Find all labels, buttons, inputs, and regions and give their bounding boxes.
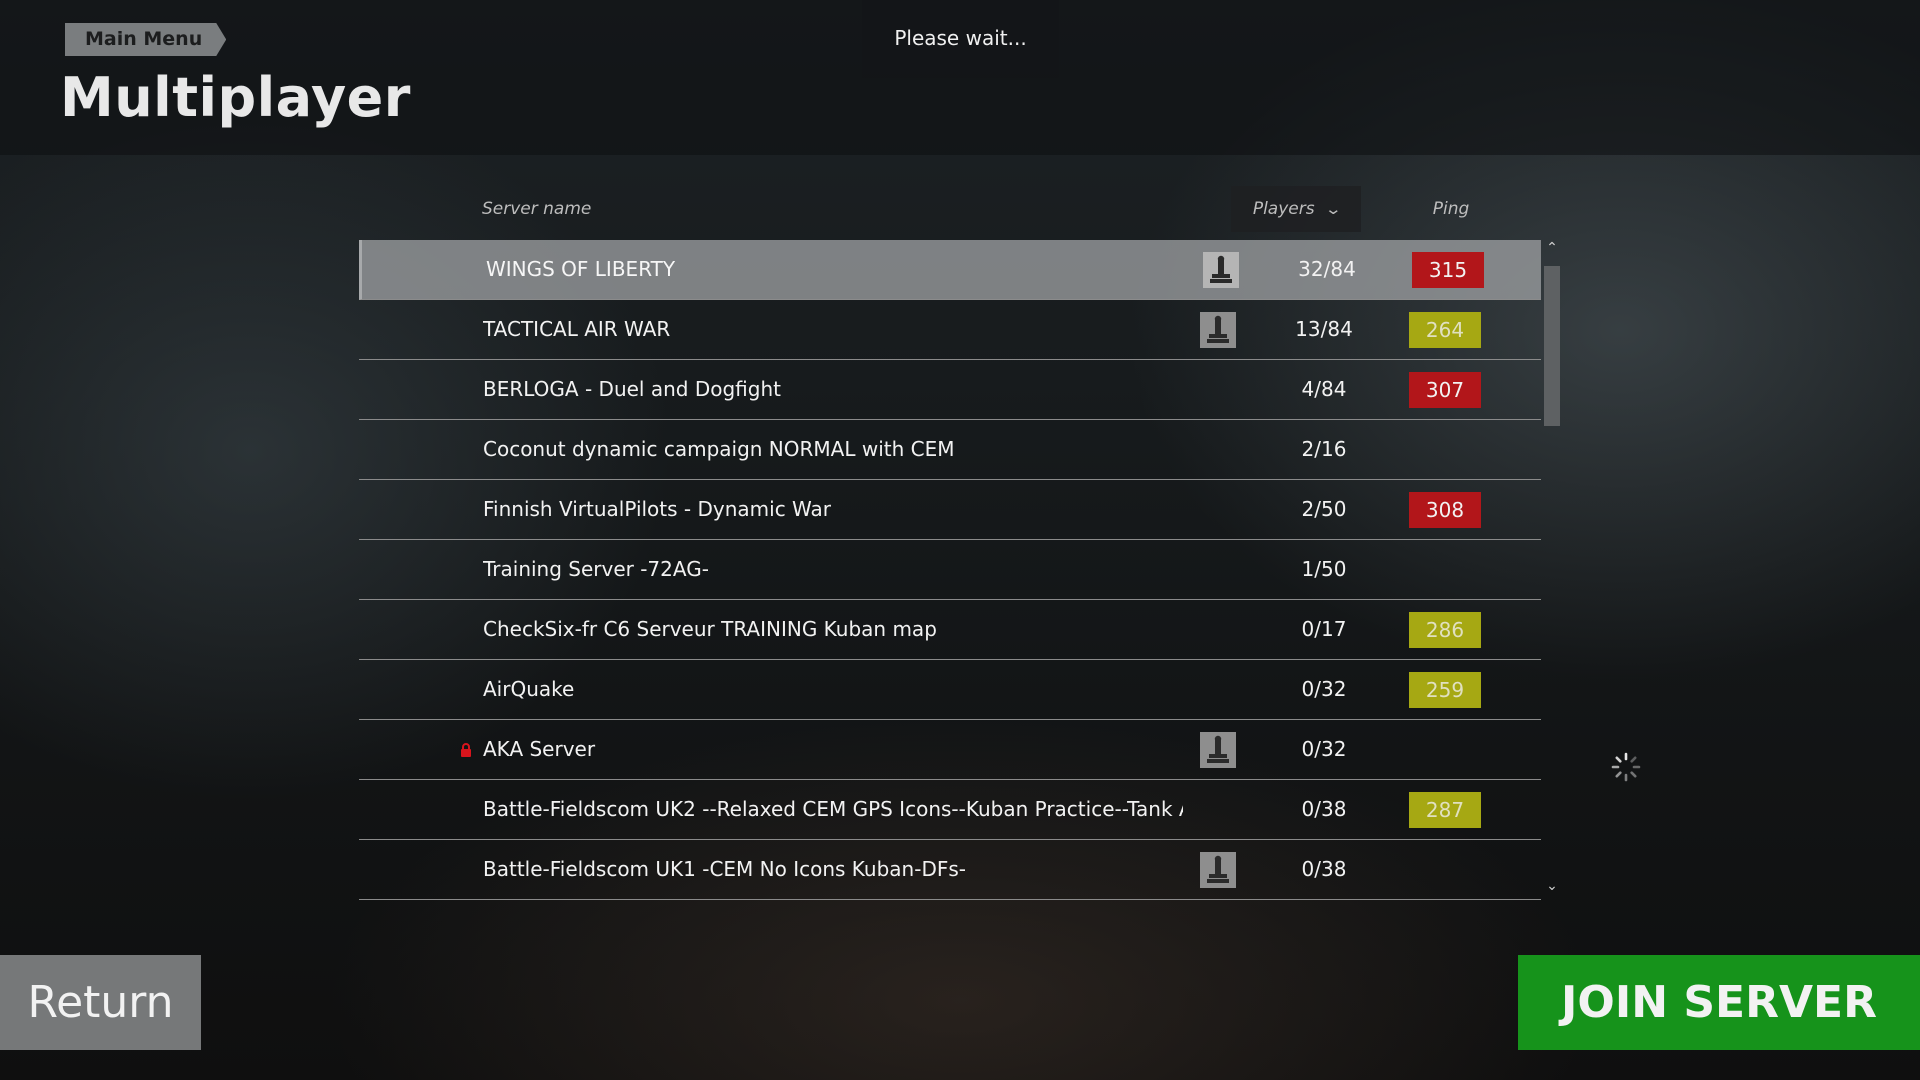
- joystick-icon: [1203, 252, 1239, 288]
- return-button[interactable]: Return: [0, 955, 201, 1050]
- server-name: AirQuake: [483, 677, 575, 701]
- ping-badge: 287: [1409, 792, 1481, 828]
- loading-spinner-icon: [1611, 752, 1641, 782]
- lock-icon: [460, 742, 472, 757]
- ping-badge: 315: [1412, 252, 1484, 288]
- server-player-count: 0/38: [1301, 857, 1347, 881]
- server-row[interactable]: Battle-Fieldscom UK1 -CEM No Icons Kuban…: [359, 840, 1541, 900]
- server-player-count: 0/32: [1301, 737, 1347, 761]
- chevron-up-icon[interactable]: ⌃: [1541, 240, 1563, 260]
- server-name: BERLOGA - Duel and Dogfight: [483, 377, 781, 401]
- server-name: Battle-Fieldscom UK1 -CEM No Icons Kuban…: [483, 857, 966, 881]
- server-row[interactable]: Finnish VirtualPilots - Dynamic War 2/50 3…: [359, 480, 1541, 540]
- column-header-server-name[interactable]: Server name: [482, 186, 591, 232]
- server-player-count: 2/16: [1301, 437, 1347, 461]
- chevron-down-icon[interactable]: ⌄: [1541, 878, 1563, 898]
- server-player-count: 32/84: [1298, 257, 1356, 281]
- column-header-ping[interactable]: Ping: [1411, 186, 1491, 232]
- server-row[interactable]: CheckSix-fr C6 Serveur TRAINING Kuban ma…: [359, 600, 1541, 660]
- column-header-players-label: Players: [1252, 199, 1315, 219]
- joystick-icon: [1200, 312, 1236, 348]
- joystick-icon: [1200, 732, 1236, 768]
- server-list: WINGS OF LIBERTY 32/84 315 TACTICAL AIR WAR…: [359, 240, 1541, 900]
- server-player-count: 0/17: [1301, 617, 1347, 641]
- server-row[interactable]: TACTICAL AIR WAR 13/84 264: [359, 300, 1541, 360]
- server-name: TACTICAL AIR WAR: [483, 317, 671, 341]
- ping-badge: 259: [1409, 672, 1481, 708]
- ping-badge: 307: [1409, 372, 1481, 408]
- server-name: Coconut dynamic campaign NORMAL with CEM: [483, 437, 955, 461]
- joystick-icon: [1200, 852, 1236, 888]
- server-name: WINGS OF LIBERTY: [486, 257, 676, 281]
- chevron-down-icon: ⌄: [1324, 200, 1342, 218]
- server-row[interactable]: WINGS OF LIBERTY 32/84 315: [359, 240, 1541, 300]
- page-title: Multiplayer: [60, 66, 411, 129]
- server-name: Battle-Fieldscom UK2 --Relaxed CEM GPS I…: [483, 797, 1183, 821]
- server-name: AKA Server: [483, 737, 596, 761]
- scrollbar-thumb[interactable]: [1544, 266, 1560, 426]
- server-row[interactable]: BERLOGA - Duel and Dogfight 4/84 307: [359, 360, 1541, 420]
- server-player-count: 4/84: [1301, 377, 1347, 401]
- server-row[interactable]: Training Server -72AG- 1/50: [359, 540, 1541, 600]
- ping-badge: 264: [1409, 312, 1481, 348]
- server-player-count: 0/32: [1301, 677, 1347, 701]
- please-wait-notice: Please wait...: [862, 0, 1059, 78]
- ping-badge: 286: [1409, 612, 1481, 648]
- server-row[interactable]: Battle-Fieldscom UK2 --Relaxed CEM GPS I…: [359, 780, 1541, 840]
- server-player-count: 0/38: [1301, 797, 1347, 821]
- server-row[interactable]: AKA Server 0/32: [359, 720, 1541, 780]
- server-name: CheckSix-fr C6 Serveur TRAINING Kuban ma…: [483, 617, 937, 641]
- server-row[interactable]: AirQuake 0/32 259: [359, 660, 1541, 720]
- server-name: Training Server -72AG-: [483, 557, 709, 581]
- server-row[interactable]: Coconut dynamic campaign NORMAL with CEM…: [359, 420, 1541, 480]
- server-player-count: 2/50: [1301, 497, 1347, 521]
- ping-badge: 308: [1409, 492, 1481, 528]
- column-header-players[interactable]: Players ⌄: [1231, 186, 1361, 232]
- breadcrumb-main-menu[interactable]: Main Menu: [65, 23, 226, 56]
- server-player-count: 13/84: [1295, 317, 1353, 341]
- server-player-count: 1/50: [1301, 557, 1347, 581]
- join-server-button[interactable]: JOIN SERVER: [1518, 955, 1920, 1050]
- server-name: Finnish VirtualPilots - Dynamic War: [483, 497, 832, 521]
